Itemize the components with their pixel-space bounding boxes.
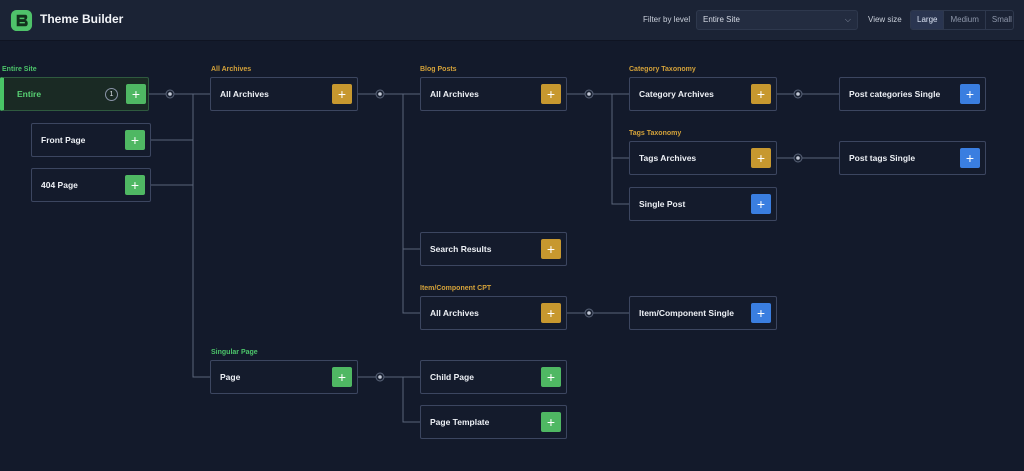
node-item-component-single[interactable]: Item/Component Single + <box>629 296 777 330</box>
node-child-page[interactable]: Child Page + <box>420 360 567 394</box>
node-title: Entire <box>17 89 42 99</box>
node-post-tags-single[interactable]: Post tags Single + <box>839 141 986 175</box>
node-title: All Archives <box>220 89 269 99</box>
node-page-template[interactable]: Page Template + <box>420 405 567 439</box>
add-button[interactable]: + <box>960 148 980 168</box>
add-button[interactable]: + <box>541 367 561 387</box>
add-button[interactable]: + <box>541 239 561 259</box>
node-title: 404 Page <box>41 180 78 190</box>
node-title: All Archives <box>430 308 479 318</box>
add-button[interactable]: + <box>332 84 352 104</box>
add-button[interactable]: + <box>126 84 146 104</box>
node-all-archives[interactable]: All Archives + <box>210 77 358 111</box>
node-title: Search Results <box>430 244 492 254</box>
group-label-singular-page: Singular Page <box>211 349 258 356</box>
node-title: Category Archives <box>639 89 714 99</box>
node-title: Post tags Single <box>849 153 916 163</box>
node-item-all-archives[interactable]: All Archives + <box>420 296 567 330</box>
add-button[interactable]: + <box>751 84 771 104</box>
node-title: Post categories Single <box>849 89 941 99</box>
node-title: All Archives <box>430 89 479 99</box>
node-title: Item/Component Single <box>639 308 734 318</box>
add-button[interactable]: + <box>125 175 145 195</box>
node-title: Tags Archives <box>639 153 697 163</box>
add-button[interactable]: + <box>541 84 561 104</box>
node-tags-archives[interactable]: Tags Archives + <box>629 141 777 175</box>
add-button[interactable]: + <box>751 303 771 323</box>
node-title: Single Post <box>639 199 686 209</box>
add-button[interactable]: + <box>332 367 352 387</box>
group-label-category-taxonomy: Category Taxonomy <box>629 66 696 73</box>
node-entire[interactable]: Entire 1 + <box>0 77 149 111</box>
node-title: Child Page <box>430 372 474 382</box>
group-label-entire-site: Entire Site <box>2 66 37 73</box>
count-badge: 1 <box>105 88 118 101</box>
node-title: Page Template <box>430 417 490 427</box>
add-button[interactable]: + <box>125 130 145 150</box>
node-blog-all-archives[interactable]: All Archives + <box>420 77 567 111</box>
group-label-blog-posts: Blog Posts <box>420 66 457 73</box>
node-category-archives[interactable]: Category Archives + <box>629 77 777 111</box>
node-title: Page <box>220 372 241 382</box>
node-title: Front Page <box>41 135 86 145</box>
group-label-item-component-cpt: Item/Component CPT <box>420 285 492 292</box>
node-front-page[interactable]: Front Page + <box>31 123 151 157</box>
add-button[interactable]: + <box>751 148 771 168</box>
node-search-results[interactable]: Search Results + <box>420 232 567 266</box>
add-button[interactable]: + <box>541 412 561 432</box>
group-label-all-archives: All Archives <box>211 66 252 73</box>
node-single-post[interactable]: Single Post + <box>629 187 777 221</box>
node-404-page[interactable]: 404 Page + <box>31 168 151 202</box>
group-label-tags-taxonomy: Tags Taxonomy <box>629 130 682 137</box>
add-button[interactable]: + <box>751 194 771 214</box>
node-post-categories-single[interactable]: Post categories Single + <box>839 77 986 111</box>
node-page[interactable]: Page + <box>210 360 358 394</box>
add-button[interactable]: + <box>960 84 980 104</box>
add-button[interactable]: + <box>541 303 561 323</box>
